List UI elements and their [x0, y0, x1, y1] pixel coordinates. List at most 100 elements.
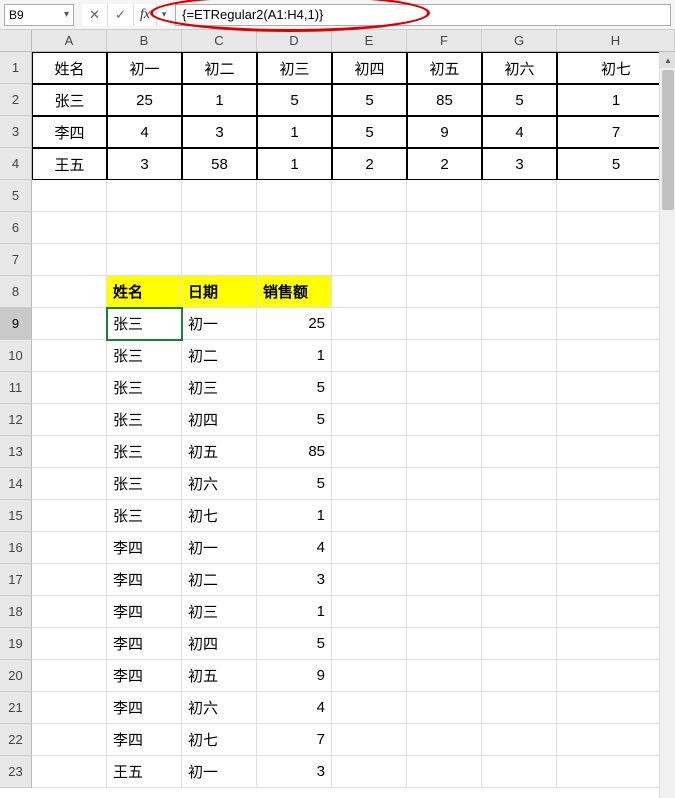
empty-cell[interactable]	[182, 244, 257, 276]
row-header[interactable]: 11	[0, 372, 32, 404]
empty-cell[interactable]	[32, 372, 107, 404]
row-header[interactable]: 10	[0, 340, 32, 372]
empty-cell[interactable]	[557, 436, 675, 468]
empty-cell[interactable]	[407, 596, 482, 628]
empty-cell[interactable]	[482, 628, 557, 660]
empty-cell[interactable]	[407, 244, 482, 276]
table-cell[interactable]: 4	[482, 116, 557, 148]
table-cell[interactable]: 5	[332, 84, 407, 116]
empty-cell[interactable]	[32, 340, 107, 372]
select-all-corner[interactable]	[0, 30, 32, 51]
empty-cell[interactable]	[407, 212, 482, 244]
list-cell[interactable]: 初五	[182, 660, 257, 692]
chevron-down-icon[interactable]: ▾	[64, 9, 69, 20]
list-cell[interactable]: 1	[257, 340, 332, 372]
list-cell[interactable]: 张三	[107, 436, 182, 468]
table-header-cell[interactable]: 初四	[332, 52, 407, 84]
list-cell[interactable]: 初七	[182, 724, 257, 756]
table-header-cell[interactable]: 初三	[257, 52, 332, 84]
list-cell[interactable]: 张三	[107, 372, 182, 404]
empty-cell[interactable]	[32, 404, 107, 436]
table-cell[interactable]: 2	[332, 148, 407, 180]
col-header[interactable]: B	[107, 30, 182, 51]
list-cell[interactable]: 5	[257, 404, 332, 436]
empty-cell[interactable]	[332, 212, 407, 244]
empty-cell[interactable]	[482, 756, 557, 788]
table-cell[interactable]: 2	[407, 148, 482, 180]
row-header[interactable]: 17	[0, 564, 32, 596]
row-header[interactable]: 2	[0, 84, 32, 116]
list-cell[interactable]: 9	[257, 660, 332, 692]
list-cell[interactable]: 初二	[182, 564, 257, 596]
table-cell[interactable]: 1	[257, 148, 332, 180]
table-cell[interactable]: 85	[407, 84, 482, 116]
row-header[interactable]: 4	[0, 148, 32, 180]
empty-cell[interactable]	[557, 276, 675, 308]
empty-cell[interactable]	[332, 532, 407, 564]
table-header-cell[interactable]: 初一	[107, 52, 182, 84]
empty-cell[interactable]	[407, 628, 482, 660]
empty-cell[interactable]	[407, 500, 482, 532]
list-cell[interactable]: 李四	[107, 692, 182, 724]
empty-cell[interactable]	[32, 756, 107, 788]
table-cell[interactable]: 3	[182, 116, 257, 148]
scroll-thumb[interactable]	[662, 70, 674, 210]
empty-cell[interactable]	[482, 308, 557, 340]
empty-cell[interactable]	[557, 532, 675, 564]
list-cell[interactable]: 李四	[107, 660, 182, 692]
empty-cell[interactable]	[32, 532, 107, 564]
empty-cell[interactable]	[407, 180, 482, 212]
col-header[interactable]: H	[557, 30, 675, 51]
table-header-cell[interactable]: 初七	[557, 52, 675, 84]
row-header[interactable]: 14	[0, 468, 32, 500]
list-cell[interactable]: 李四	[107, 564, 182, 596]
empty-cell[interactable]	[482, 276, 557, 308]
row-header[interactable]: 9	[0, 308, 32, 340]
empty-cell[interactable]	[482, 660, 557, 692]
list-cell[interactable]: 王五	[107, 756, 182, 788]
row-header[interactable]: 15	[0, 500, 32, 532]
empty-cell[interactable]	[32, 436, 107, 468]
empty-cell[interactable]	[407, 404, 482, 436]
empty-cell[interactable]	[32, 180, 107, 212]
list-cell[interactable]: 1	[257, 500, 332, 532]
row-header[interactable]: 18	[0, 596, 32, 628]
list-cell[interactable]: 初二	[182, 340, 257, 372]
list-cell[interactable]: 李四	[107, 596, 182, 628]
table-cell[interactable]: 58	[182, 148, 257, 180]
table-cell[interactable]: 李四	[32, 116, 107, 148]
list-cell[interactable]: 初一	[182, 532, 257, 564]
empty-cell[interactable]	[557, 372, 675, 404]
row-header[interactable]: 7	[0, 244, 32, 276]
empty-cell[interactable]	[257, 180, 332, 212]
table-cell[interactable]: 25	[107, 84, 182, 116]
list-cell[interactable]: 85	[257, 436, 332, 468]
empty-cell[interactable]	[407, 308, 482, 340]
row-header[interactable]: 20	[0, 660, 32, 692]
empty-cell[interactable]	[332, 308, 407, 340]
list-cell[interactable]: 7	[257, 724, 332, 756]
empty-cell[interactable]	[557, 692, 675, 724]
row-header[interactable]: 3	[0, 116, 32, 148]
empty-cell[interactable]	[32, 500, 107, 532]
list-cell[interactable]: 4	[257, 692, 332, 724]
list-cell[interactable]: 5	[257, 372, 332, 404]
empty-cell[interactable]	[482, 724, 557, 756]
yellow-header-cell[interactable]: 日期	[182, 276, 257, 308]
row-header[interactable]: 12	[0, 404, 32, 436]
table-cell[interactable]: 4	[107, 116, 182, 148]
empty-cell[interactable]	[557, 340, 675, 372]
list-cell[interactable]: 初四	[182, 404, 257, 436]
accept-formula-button[interactable]: ✓	[108, 4, 134, 26]
active-cell[interactable]: 张三	[107, 308, 182, 340]
row-header[interactable]: 6	[0, 212, 32, 244]
empty-cell[interactable]	[557, 596, 675, 628]
empty-cell[interactable]	[107, 180, 182, 212]
empty-cell[interactable]	[482, 596, 557, 628]
empty-cell[interactable]	[482, 180, 557, 212]
empty-cell[interactable]	[482, 436, 557, 468]
list-cell[interactable]: 李四	[107, 532, 182, 564]
table-cell[interactable]: 5	[482, 84, 557, 116]
table-header-cell[interactable]: 初五	[407, 52, 482, 84]
formula-input[interactable]: {=ETRegular2(A1:H4,1)}	[175, 4, 671, 26]
